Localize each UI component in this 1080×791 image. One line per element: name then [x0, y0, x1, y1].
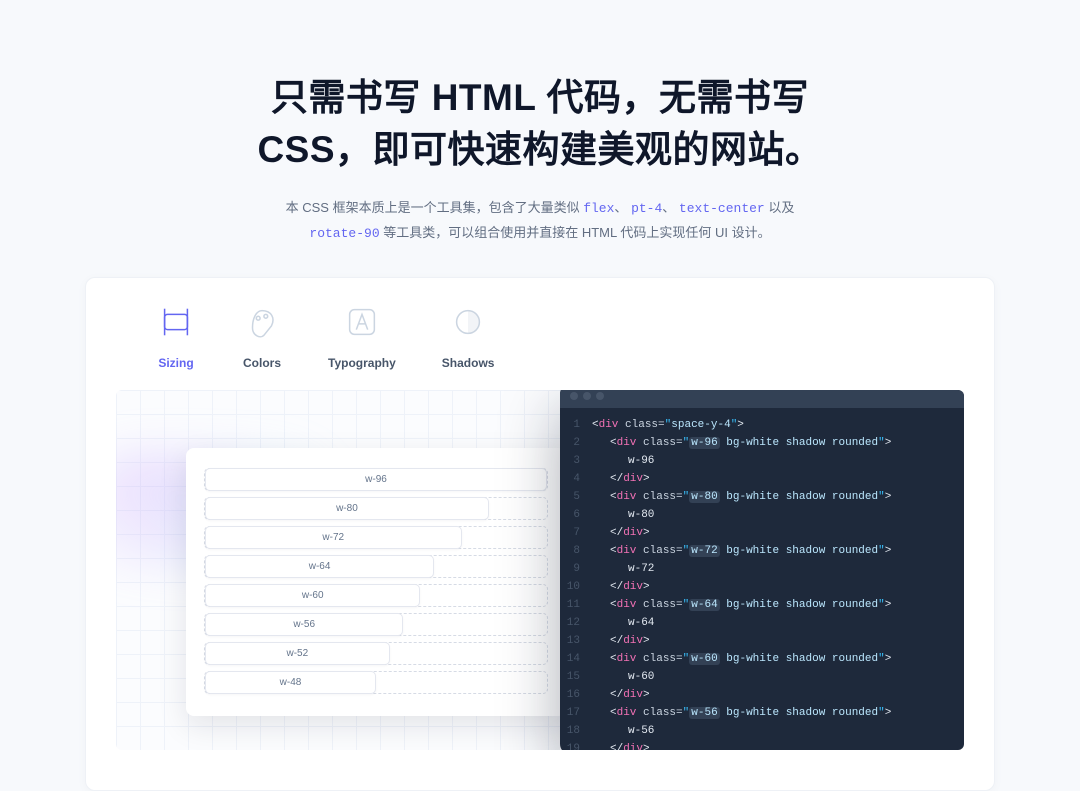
hero-line-1: 只需书写 HTML 代码，无需书写	[271, 77, 809, 118]
chip-pt-4: pt-4	[631, 201, 662, 216]
width-bar: w-96	[205, 468, 547, 491]
code-line: 5<div class="w-80 bg-white shadow rounde…	[560, 488, 964, 506]
code-line: 2<div class="w-96 bg-white shadow rounde…	[560, 434, 964, 452]
code-line: 7</div>	[560, 524, 964, 542]
code-line: 9w-72	[560, 560, 964, 578]
tab-sizing[interactable]: Sizing	[156, 302, 196, 370]
width-bar: w-48	[205, 671, 376, 694]
chip-flex: flex	[583, 201, 614, 216]
list-item: w-80	[204, 497, 548, 520]
width-bar: w-60	[205, 584, 420, 607]
code-editor: 1<div class="space-y-4">2<div class="w-9…	[560, 390, 964, 750]
list-item: w-64	[204, 555, 548, 578]
traffic-light-icon	[570, 392, 578, 400]
code-line: 17<div class="w-56 bg-white shadow round…	[560, 704, 964, 722]
list-item: w-56	[204, 613, 548, 636]
colors-icon	[242, 302, 282, 342]
code-line: 8<div class="w-72 bg-white shadow rounde…	[560, 542, 964, 560]
width-bar: w-80	[205, 497, 489, 520]
sizing-preview-card: w-96 w-80 w-72 w-64 w-60 w-56 w-52 w-48	[186, 448, 566, 716]
width-bar: w-52	[205, 642, 390, 665]
demo-card: Sizing Colors Typography Shadows	[85, 277, 995, 791]
code-line: 1<div class="space-y-4">	[560, 416, 964, 434]
code-line: 13</div>	[560, 632, 964, 650]
width-bar: w-56	[205, 613, 403, 636]
tab-typography[interactable]: Typography	[328, 302, 396, 370]
feature-tabs: Sizing Colors Typography Shadows	[116, 302, 964, 370]
list-item: w-48	[204, 671, 548, 694]
code-line: 6w-80	[560, 506, 964, 524]
code-line: 3w-96	[560, 452, 964, 470]
code-line: 4</div>	[560, 470, 964, 488]
tab-colors[interactable]: Colors	[242, 302, 282, 370]
code-line: 14<div class="w-60 bg-white shadow round…	[560, 650, 964, 668]
list-item: w-52	[204, 642, 548, 665]
code-line: 12w-64	[560, 614, 964, 632]
chip-rotate-90: rotate-90	[309, 226, 379, 241]
traffic-light-icon	[596, 392, 604, 400]
shadows-icon	[448, 302, 488, 342]
list-item: w-60	[204, 584, 548, 607]
chip-text-center: text-center	[679, 201, 765, 216]
page-subtitle: 本 CSS 框架本质上是一个工具集，包含了大量类似 flex、 pt-4、 te…	[0, 196, 1080, 247]
code-body: 1<div class="space-y-4">2<div class="w-9…	[560, 408, 964, 750]
code-line: 15w-60	[560, 668, 964, 686]
demo-area: w-96 w-80 w-72 w-64 w-60 w-56 w-52 w-48 …	[116, 390, 964, 750]
code-line: 10</div>	[560, 578, 964, 596]
code-line: 16</div>	[560, 686, 964, 704]
width-bar: w-64	[205, 555, 434, 578]
list-item: w-96	[204, 468, 548, 491]
width-bar: w-72	[205, 526, 462, 549]
tab-shadows[interactable]: Shadows	[442, 302, 495, 370]
sizing-icon	[156, 302, 196, 342]
list-item: w-72	[204, 526, 548, 549]
traffic-light-icon	[583, 392, 591, 400]
hero-line-2: CSS，即可快速构建美观的网站。	[257, 129, 822, 170]
editor-titlebar	[560, 390, 964, 408]
typography-icon	[342, 302, 382, 342]
code-line: 19</div>	[560, 740, 964, 750]
page-title: 只需书写 HTML 代码，无需书写 CSS，即可快速构建美观的网站。	[0, 72, 1080, 176]
code-line: 11<div class="w-64 bg-white shadow round…	[560, 596, 964, 614]
